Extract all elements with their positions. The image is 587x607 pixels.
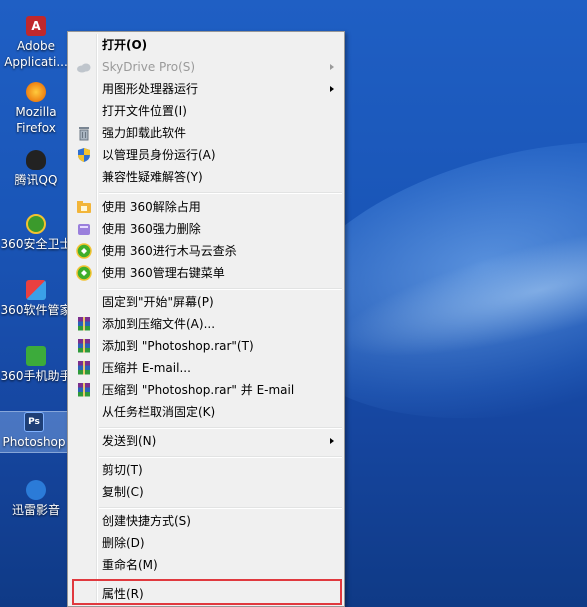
desktop-icon-xunlei[interactable]: 迅雷影音 (0, 480, 72, 520)
firefox-icon (26, 82, 46, 102)
desktop-icon-label: Mozilla Firefox (15, 105, 57, 135)
menu-item-label: 添加到压缩文件(A)... (102, 317, 216, 331)
menu-item-label: 压缩到 "Photoshop.rar" 并 E-mail (102, 383, 295, 397)
desktop-icon-360-phone[interactable]: 360手机助手 (0, 346, 72, 386)
menu-item-label: 剪切(T) (102, 463, 143, 477)
360-safe-icon (26, 214, 46, 234)
menu-item-label: 创建快捷方式(S) (102, 514, 191, 528)
winrar-icon (78, 317, 90, 331)
menu-item-label: 重命名(M) (102, 558, 158, 572)
photoshop-icon: Ps (24, 412, 44, 432)
properties-highlight-box (72, 579, 342, 605)
submenu-arrow-icon (330, 64, 334, 70)
360-unlock-icon (77, 201, 91, 213)
qq-penguin-icon (26, 150, 46, 170)
menu-item-rename[interactable]: 重命名(M) (70, 554, 342, 576)
menu-item-cut[interactable]: 剪切(T) (70, 459, 342, 481)
submenu-arrow-icon (330, 86, 334, 92)
menu-item-label: 固定到"开始"屏幕(P) (102, 295, 214, 309)
menu-item-label: 使用 360强力删除 (102, 222, 201, 236)
cloud-icon (77, 63, 91, 73)
menu-separator (99, 288, 342, 290)
menu-item-label: 使用 360管理右键菜单 (102, 266, 225, 280)
menu-item-360-unlock[interactable]: 使用 360解除占用 (70, 196, 342, 218)
desktop-icon-360-safe[interactable]: 360安全卫士 (0, 214, 72, 254)
menu-item-create-shortcut[interactable]: 创建快捷方式(S) (70, 510, 342, 532)
desktop-icon-adobe[interactable]: A Adobe Applicati... (0, 16, 72, 72)
winrar-icon (78, 361, 90, 375)
menu-item-label: 从任务栏取消固定(K) (102, 405, 216, 419)
menu-item-label: 使用 360进行木马云查杀 (102, 244, 237, 258)
menu-item-add-to-archive[interactable]: 添加到压缩文件(A)... (70, 313, 342, 335)
desktop-icon-360-software[interactable]: 360软件管家 (0, 280, 72, 320)
submenu-arrow-icon (330, 438, 334, 444)
winrar-icon (78, 383, 90, 397)
desktop-icon-label: 迅雷影音 (11, 503, 60, 517)
360-logo-icon (76, 243, 92, 259)
menu-item-label: 发送到(N) (102, 434, 157, 448)
menu-item-compress-and-email[interactable]: 压缩并 E-mail... (70, 357, 342, 379)
menu-item-label: 添加到 "Photoshop.rar"(T) (102, 339, 254, 353)
menu-item-360-manage-context[interactable]: 使用 360管理右键菜单 (70, 262, 342, 284)
menu-item-label: 以管理员身份运行(A) (102, 148, 216, 162)
desktop-icon-photoshop[interactable]: Ps Photoshop (0, 411, 69, 453)
menu-item-360-force-delete[interactable]: 使用 360强力删除 (70, 218, 342, 240)
desktop-icon-label: 腾讯QQ (14, 173, 58, 187)
menu-item-skydrive-pro[interactable]: SkyDrive Pro(S) (70, 56, 342, 78)
adobe-icon: A (26, 16, 46, 36)
menu-item-unpin-from-taskbar[interactable]: 从任务栏取消固定(K) (70, 401, 342, 423)
menu-item-delete[interactable]: 删除(D) (70, 532, 342, 554)
desktop-icon-label: 360软件管家 (0, 303, 72, 317)
menu-item-add-to-photoshop-rar[interactable]: 添加到 "Photoshop.rar"(T) (70, 335, 342, 357)
desktop-icon-label: Photoshop (2, 435, 66, 449)
menu-item-compat-troubleshoot[interactable]: 兼容性疑难解答(Y) (70, 166, 342, 188)
context-menu: 打开(O) SkyDrive Pro(S) 用图形处理器运行 打开文件位置(I)… (67, 31, 345, 607)
menu-item-force-uninstall[interactable]: 强力卸载此软件 (70, 122, 342, 144)
menu-item-label: 用图形处理器运行 (102, 82, 199, 96)
360-delete-icon (78, 224, 90, 235)
menu-item-open-file-location[interactable]: 打开文件位置(I) (70, 100, 342, 122)
uac-shield-icon (78, 148, 90, 162)
menu-separator (99, 427, 342, 429)
menu-item-copy[interactable]: 复制(C) (70, 481, 342, 503)
menu-separator (99, 192, 342, 194)
winrar-icon (78, 339, 90, 353)
desktop-icon-label: Adobe Applicati... (4, 39, 68, 69)
menu-item-label: 复制(C) (102, 485, 144, 499)
360-logo-icon (76, 265, 92, 281)
desktop-icon-firefox[interactable]: Mozilla Firefox (0, 82, 72, 138)
desktop-icon-label: 360手机助手 (0, 369, 72, 383)
menu-item-run-with-gpu[interactable]: 用图形处理器运行 (70, 78, 342, 100)
menu-separator (99, 507, 342, 509)
menu-item-compress-rar-and-email[interactable]: 压缩到 "Photoshop.rar" 并 E-mail (70, 379, 342, 401)
menu-item-label: 强力卸载此软件 (102, 126, 187, 140)
menu-item-pin-to-start[interactable]: 固定到"开始"屏幕(P) (70, 291, 342, 313)
menu-item-send-to[interactable]: 发送到(N) (70, 430, 342, 452)
menu-item-label: 删除(D) (102, 536, 145, 550)
360-software-icon (26, 280, 46, 300)
menu-item-label: 打开文件位置(I) (102, 104, 187, 118)
desktop-icon-qq[interactable]: 腾讯QQ (0, 150, 72, 190)
xunlei-player-icon (26, 480, 46, 500)
menu-item-label: SkyDrive Pro(S) (102, 60, 196, 74)
menu-item-360-trojan-scan[interactable]: 使用 360进行木马云查杀 (70, 240, 342, 262)
menu-separator (99, 456, 342, 458)
menu-item-open[interactable]: 打开(O) (70, 34, 342, 56)
desktop-icon-label: 360安全卫士 (0, 237, 72, 251)
menu-item-label: 使用 360解除占用 (102, 200, 201, 214)
trash-icon (79, 127, 89, 141)
menu-item-label: 打开(O) (102, 38, 148, 52)
menu-item-run-as-admin[interactable]: 以管理员身份运行(A) (70, 144, 342, 166)
menu-item-label: 压缩并 E-mail... (102, 361, 191, 375)
360-phone-icon (26, 346, 46, 366)
menu-item-label: 兼容性疑难解答(Y) (102, 170, 203, 184)
